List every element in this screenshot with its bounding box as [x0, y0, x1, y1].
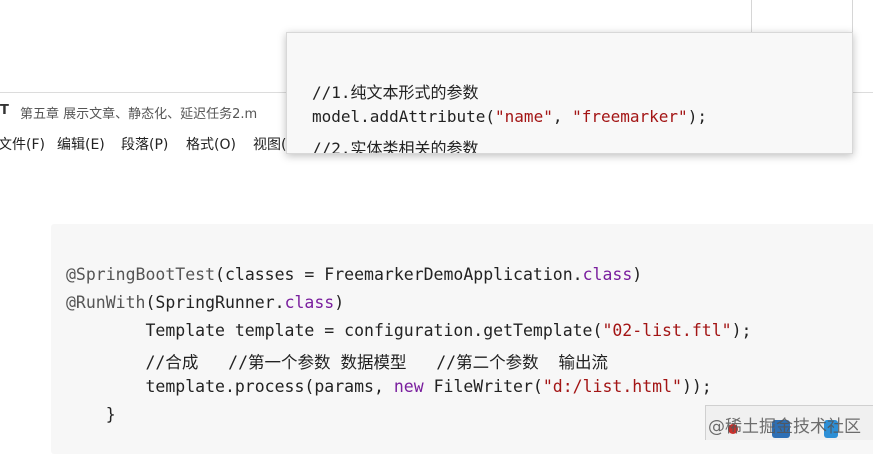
menu-format[interactable]: 格式(O) — [186, 134, 236, 154]
code-text: ) — [334, 293, 345, 312]
document-title: 第五章 展示文章、静态化、延迟任务2.m — [20, 107, 258, 122]
annotation: @RunWith — [66, 293, 146, 312]
code-text: Template template = configuration.getTem… — [66, 321, 603, 340]
popup-comment-2: //2.实体类相关的参数 — [312, 139, 479, 153]
code-text: (SpringRunner. — [145, 293, 285, 312]
code-text: (classes = FreemarkerDemoApplication. — [215, 265, 583, 284]
code-comment-line: //合成 //第一个参数 数据模型 //第二个参数 输出流 — [66, 353, 608, 372]
annotation: @SpringBootTest — [66, 265, 216, 284]
string-literal: "d:/list.html" — [542, 377, 682, 396]
keyword: new — [393, 377, 424, 396]
string-literal: "02-list.ftl" — [602, 321, 732, 340]
code-text: ); — [731, 321, 752, 340]
keyword: class — [582, 265, 633, 284]
code-line-1: @SpringBootTest(classes = FreemarkerDemo… — [66, 265, 642, 284]
string-literal: "name" — [495, 107, 553, 126]
code-text: )); — [681, 377, 712, 396]
code-text: template.process(params, — [66, 377, 394, 396]
menu-view[interactable]: 视图( — [253, 134, 286, 154]
code-line-3: Template template = configuration.getTem… — [66, 321, 751, 340]
popup-code-line: model.addAttribute("name", "freemarker")… — [312, 107, 707, 126]
code-text: model.addAttribute( — [312, 107, 496, 126]
watermark: @稀土掘金技术社区 — [708, 417, 861, 437]
code-text: ); — [687, 107, 707, 126]
code-line-5: template.process(params, new FileWriter(… — [66, 377, 712, 396]
menu-paragraph[interactable]: 段落(P) — [121, 134, 168, 154]
menu-edit[interactable]: 编辑(E) — [57, 134, 105, 154]
menu-file[interactable]: 文件(F) — [0, 134, 45, 154]
keyword: class — [284, 293, 335, 312]
app-icon: T — [0, 103, 9, 118]
code-line-6: } — [66, 405, 116, 424]
popup-comment-1: //1.纯文本形式的参数 — [312, 83, 479, 102]
code-text: ) — [632, 265, 643, 284]
code-text: , — [552, 107, 573, 126]
code-preview-popup: //1.纯文本形式的参数 model.addAttribute("name", … — [286, 32, 853, 154]
code-text: FileWriter( — [423, 377, 543, 396]
code-line-2: @RunWith(SpringRunner.class) — [66, 293, 344, 312]
string-literal: "freemarker" — [572, 107, 688, 126]
